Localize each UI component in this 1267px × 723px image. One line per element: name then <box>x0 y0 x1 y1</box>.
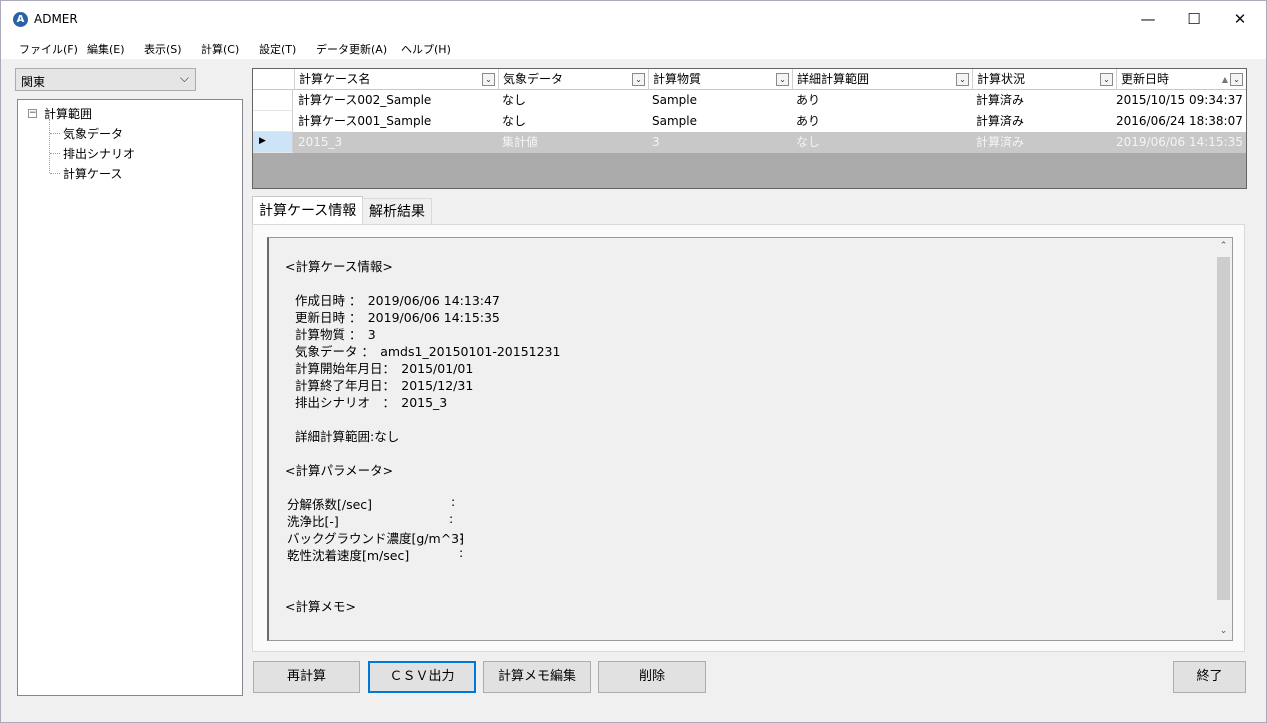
column-header-weather[interactable]: 気象データ ⌄ <box>498 69 648 90</box>
sort-ascending-icon: ▲ <box>1221 75 1228 84</box>
tree-connector <box>50 133 60 134</box>
menu-edit[interactable]: 編集(E) <box>85 41 127 57</box>
cell-detail-range: あり <box>796 114 821 128</box>
tree-item-emission-scenario[interactable]: 排出シナリオ <box>63 145 135 162</box>
row-header[interactable] <box>253 111 293 132</box>
minimize-button[interactable]: — <box>1125 1 1171 37</box>
column-header-updated[interactable]: 更新日時 ▲ ⌄ <box>1116 69 1246 90</box>
current-row-arrow-icon: ▶ <box>259 136 266 146</box>
param-colon: : <box>449 511 454 526</box>
menu-data-update[interactable]: データ更新(A) <box>314 41 389 57</box>
menu-file[interactable]: ファイル(F) <box>17 41 80 57</box>
region-dropdown[interactable]: 関東 ⌵ <box>15 68 196 91</box>
scroll-down-icon[interactable]: ⌄ <box>1215 623 1232 640</box>
tree-connector <box>50 173 60 174</box>
cell-case-name: 計算ケース002_Sample <box>298 93 432 107</box>
cell-weather: 集計値 <box>502 135 539 149</box>
tab-panel: <計算ケース情報> 作成日時 ： 2019/06/06 14:13:47 更新日… <box>252 224 1245 652</box>
cell-case-name: 計算ケース001_Sample <box>298 114 432 128</box>
cell-status: 計算済み <box>976 135 1025 149</box>
grid-corner <box>253 69 294 90</box>
param-colon: : <box>451 494 456 509</box>
info-scenario: 排出シナリオ ： 2015_3 <box>295 395 448 410</box>
filter-icon[interactable]: ⌄ <box>1230 73 1243 86</box>
grid-header: 計算ケース名 ⌄ 気象データ ⌄ 計算物質 ⌄ 詳細計算範囲 ⌄ 計算状況 ⌄ … <box>253 69 1246 90</box>
column-header-substance[interactable]: 計算物質 ⌄ <box>648 69 792 90</box>
filter-icon[interactable]: ⌄ <box>482 73 495 86</box>
recalculate-button[interactable]: 再計算 <box>253 661 360 693</box>
cell-substance: 3 <box>652 135 660 149</box>
param-colon: : <box>459 528 464 543</box>
tree-item-weather-data[interactable]: 気象データ <box>63 125 123 142</box>
filter-icon[interactable]: ⌄ <box>776 73 789 86</box>
window-title: ADMER <box>34 12 78 26</box>
app-window: A ADMER — ☐ ✕ ファイル(F) 編集(E) 表示(S) 計算(C) … <box>0 0 1267 723</box>
tab-calc-case-info[interactable]: 計算ケース情報 <box>252 196 364 224</box>
tree-connector <box>50 153 60 154</box>
row-header[interactable] <box>253 90 293 111</box>
tree-connector <box>49 119 50 173</box>
params-section-header: <計算パラメータ> <box>285 463 394 478</box>
menu-bar: ファイル(F) 編集(E) 表示(S) 計算(C) 設定(T) データ更新(A)… <box>1 37 1266 59</box>
calc-case-grid: 計算ケース名 ⌄ 気象データ ⌄ 計算物質 ⌄ 詳細計算範囲 ⌄ 計算状況 ⌄ … <box>252 68 1247 189</box>
cell-detail-range: なし <box>796 135 821 149</box>
column-header-status[interactable]: 計算状況 ⌄ <box>972 69 1116 90</box>
scroll-thumb[interactable] <box>1217 257 1230 600</box>
tab-analysis-results[interactable]: 解析結果 <box>362 198 432 224</box>
menu-calc[interactable]: 計算(C) <box>199 41 241 57</box>
cell-detail-range: あり <box>796 93 821 107</box>
column-header-detail-range[interactable]: 詳細計算範囲 ⌄ <box>792 69 972 90</box>
table-row[interactable]: 計算ケース001_Sample なし Sample あり 計算済み 2016/0… <box>253 111 1246 132</box>
cell-case-name: 2015_3 <box>298 135 343 149</box>
menu-help[interactable]: ヘルプ(H) <box>399 41 453 57</box>
title-bar: A ADMER — ☐ ✕ <box>1 1 1266 37</box>
param-deposition-label: 乾性沈着速度[m/sec] <box>287 548 410 563</box>
table-row[interactable]: 計算ケース002_Sample なし Sample あり 計算済み 2015/1… <box>253 90 1246 111</box>
filter-icon[interactable]: ⌄ <box>632 73 645 86</box>
info-section-header: <計算ケース情報> <box>285 259 393 274</box>
cell-weather: なし <box>502 114 527 128</box>
table-row-selected[interactable]: ▶ 2015_3 集計値 3 なし 計算済み 2019/06/06 14:15:… <box>253 132 1246 153</box>
info-detail-range: 詳細計算範囲:なし <box>295 429 400 444</box>
memo-section-header: <計算メモ> <box>285 599 356 614</box>
scroll-up-icon[interactable]: ⌃ <box>1215 238 1232 255</box>
menu-view[interactable]: 表示(S) <box>142 41 184 57</box>
column-header-label: 更新日時 <box>1121 72 1170 86</box>
menu-settings[interactable]: 設定(T) <box>257 41 298 57</box>
chevron-down-icon: ⌵ <box>179 71 189 85</box>
tree-collapse-icon[interactable]: − <box>28 109 37 118</box>
column-header-case-name[interactable]: 計算ケース名 ⌄ <box>294 69 498 90</box>
admer-logo-icon: A <box>13 12 28 27</box>
param-colon: : <box>459 545 464 560</box>
column-header-label: 詳細計算範囲 <box>797 72 870 86</box>
close-button[interactable]: ✕ <box>1217 1 1263 37</box>
cell-status: 計算済み <box>976 114 1025 128</box>
column-header-label: 気象データ <box>503 72 564 86</box>
filter-icon[interactable]: ⌄ <box>1100 73 1113 86</box>
cell-updated: 2016/06/24 18:38:07 <box>1116 114 1243 128</box>
calc-range-tree: − 計算範囲 気象データ 排出シナリオ 計算ケース <box>17 99 243 696</box>
csv-export-button[interactable]: ＣＳＶ出力 <box>368 661 476 693</box>
column-header-label: 計算ケース名 <box>299 72 371 86</box>
cell-updated: 2015/10/15 09:34:37 <box>1116 93 1243 107</box>
tree-item-calc-case[interactable]: 計算ケース <box>63 165 122 182</box>
cell-status: 計算済み <box>976 93 1025 107</box>
region-dropdown-value: 関東 <box>21 75 46 89</box>
cell-weather: なし <box>502 93 527 107</box>
column-header-label: 計算物質 <box>653 72 702 86</box>
exit-button[interactable]: 終了 <box>1173 661 1246 693</box>
filter-icon[interactable]: ⌄ <box>956 73 969 86</box>
cell-substance: Sample <box>652 114 697 128</box>
tree-root-calc-range[interactable]: 計算範囲 <box>44 105 92 122</box>
edit-memo-button[interactable]: 計算メモ編集 <box>483 661 591 693</box>
delete-button[interactable]: 削除 <box>598 661 706 693</box>
cell-updated: 2019/06/06 14:15:35 <box>1116 135 1243 149</box>
maximize-button[interactable]: ☐ <box>1171 1 1217 37</box>
vertical-scrollbar[interactable]: ⌃ ⌄ <box>1215 238 1232 640</box>
column-header-label: 計算状況 <box>977 72 1026 86</box>
calc-case-info-textbox[interactable]: <計算ケース情報> 作成日時 ： 2019/06/06 14:13:47 更新日… <box>267 237 1233 641</box>
cell-substance: Sample <box>652 93 697 107</box>
row-header[interactable]: ▶ <box>253 132 293 153</box>
